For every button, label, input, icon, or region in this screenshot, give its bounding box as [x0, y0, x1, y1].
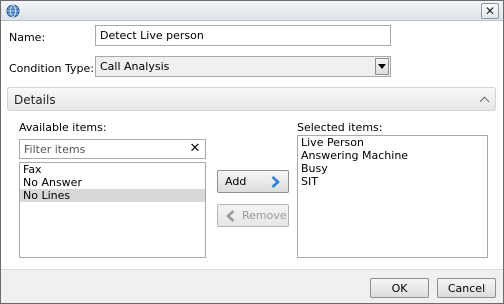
chevron-down-icon[interactable] [375, 58, 389, 75]
list-item[interactable]: No Lines [20, 189, 205, 202]
ok-button[interactable]: OK [370, 278, 429, 298]
dialog-content: Name: Detect Live person Condition Type:… [1, 21, 503, 269]
cancel-button-label: Cancel [447, 281, 486, 295]
condition-type-label: Condition Type: [9, 62, 94, 75]
title-bar[interactable]: ✕ [1, 1, 503, 21]
remove-button-label: Remove [242, 209, 287, 222]
selected-items-list[interactable]: Live Person Answering Machine Busy SIT [297, 135, 488, 258]
close-button[interactable]: ✕ [481, 3, 499, 19]
add-button-label: Add [225, 175, 247, 188]
name-field[interactable]: Detect Live person [95, 25, 391, 46]
cancel-button[interactable]: Cancel [437, 278, 496, 298]
remove-button[interactable]: Remove [217, 204, 289, 227]
close-icon: ✕ [484, 4, 496, 18]
chevron-up-icon[interactable] [479, 94, 489, 104]
list-item[interactable]: No Answer [20, 176, 205, 189]
name-value: Detect Live person [100, 29, 204, 42]
globe-icon [6, 4, 20, 18]
list-item[interactable]: SIT [298, 175, 487, 188]
list-item[interactable]: Answering Machine [298, 149, 487, 162]
arrow-left-icon [226, 210, 235, 222]
arrow-right-icon [271, 176, 280, 188]
add-button[interactable]: Add [217, 170, 289, 193]
list-item[interactable]: Busy [298, 162, 487, 175]
dialog-window: ✕ Name: Detect Live person Condition Typ… [0, 0, 504, 304]
name-label: Name: [9, 31, 46, 44]
details-title: Details [14, 93, 56, 107]
ok-button-label: OK [391, 281, 408, 295]
list-item[interactable]: Fax [20, 163, 205, 176]
selected-items-label: Selected items: [297, 121, 383, 134]
details-section-header[interactable]: Details [7, 87, 496, 111]
list-item[interactable]: Live Person [298, 136, 487, 149]
available-items-label: Available items: [19, 121, 107, 134]
condition-type-select[interactable]: Call Analysis [95, 56, 391, 77]
filter-items-input[interactable] [24, 142, 184, 156]
condition-type-value: Call Analysis [100, 60, 170, 73]
dialog-footer: OK Cancel [1, 269, 503, 303]
available-items-list[interactable]: Fax No Answer No Lines [19, 162, 206, 258]
filter-items-box[interactable]: ✕ [19, 139, 206, 159]
clear-filter-icon[interactable]: ✕ [188, 141, 202, 157]
